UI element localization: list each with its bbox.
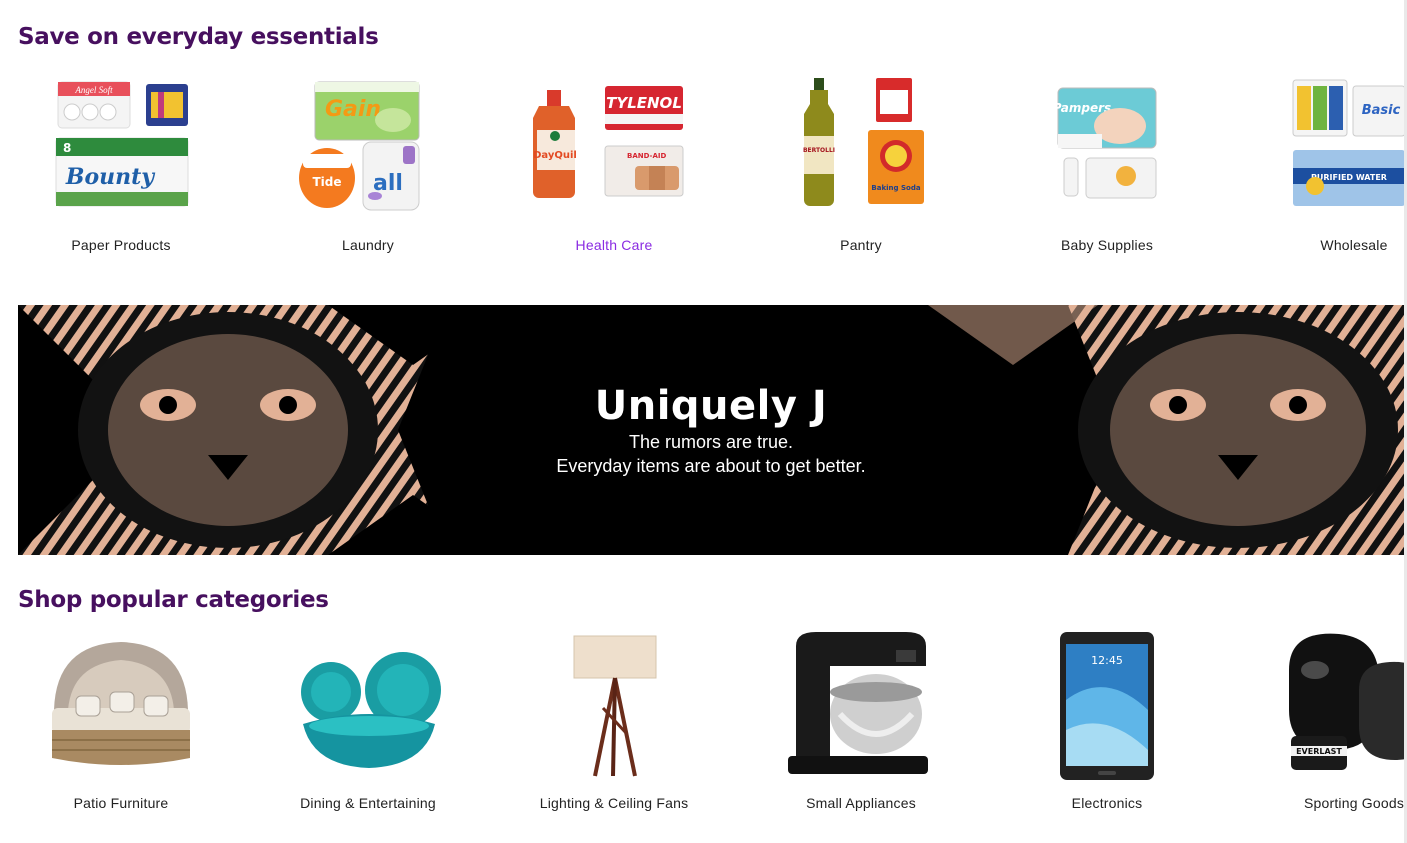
category-label[interactable]: Lighting & Ceiling Fans xyxy=(489,795,739,811)
category-label[interactable]: Electronics xyxy=(982,795,1232,811)
category-tile-sporting-goods[interactable]: EVERLAST Sporting Goods xyxy=(1249,630,1407,820)
category-label[interactable]: Baby Supplies xyxy=(982,237,1232,253)
category-tile-electronics[interactable]: 12:45 Electronics xyxy=(1002,630,1212,820)
svg-text:Tide: Tide xyxy=(312,175,341,189)
patio-daybed-image xyxy=(52,642,190,765)
category-label[interactable]: Dining & Entertaining xyxy=(243,795,493,811)
svg-text:BAND-AID: BAND-AID xyxy=(627,152,666,160)
tablet-image: 12:45 xyxy=(1060,632,1154,780)
uniquely-j-banner[interactable]: Uniquely J The rumors are true. Everyday… xyxy=(18,305,1404,555)
category-label[interactable]: Sporting Goods xyxy=(1229,795,1407,811)
svg-text:PURIFIED WATER: PURIFIED WATER xyxy=(1311,173,1387,182)
popular-categories-heading: Shop popular categories xyxy=(18,587,329,613)
category-label[interactable]: Health Care xyxy=(489,237,739,253)
essentials-row: Angel Soft 8 Bounty Paper Products Gain … xyxy=(0,72,1407,272)
popular-categories-row: Patio Furniture Dining & Entertaining Li… xyxy=(0,630,1407,830)
health-care-image: DayQuil TYLENOL BAND-AID xyxy=(533,86,684,198)
category-tile-dining-entertaining[interactable]: Dining & Entertaining xyxy=(263,630,473,820)
teal-dinnerware-image xyxy=(301,652,441,768)
wholesale-image: Basic PURIFIED WATER xyxy=(1292,79,1406,206)
floor-lamp-image xyxy=(573,635,657,777)
left-tiger-face-icon xyxy=(78,312,378,548)
category-tile-small-appliances[interactable]: Small Appliances xyxy=(756,630,966,820)
baby-supplies-image: Pampers xyxy=(1053,87,1157,199)
tiger-pattern-icon xyxy=(18,305,1404,555)
category-label[interactable]: Small Appliances xyxy=(736,795,986,811)
category-label[interactable]: Pantry xyxy=(736,237,986,253)
svg-text:DayQuil: DayQuil xyxy=(533,150,577,161)
svg-text:all: all xyxy=(373,171,403,196)
svg-text:TYLENOL: TYLENOL xyxy=(606,94,682,112)
svg-text:12:45: 12:45 xyxy=(1091,654,1123,667)
category-tile-wholesale[interactable]: Basic PURIFIED WATER Wholesale xyxy=(1249,72,1407,262)
svg-text:Bounty: Bounty xyxy=(65,164,156,190)
category-tile-patio-furniture[interactable]: Patio Furniture xyxy=(16,630,226,820)
banner-tagline-line-1: The rumors are true. xyxy=(628,432,794,452)
svg-text:EVERLAST: EVERLAST xyxy=(1296,747,1342,756)
svg-text:Baking Soda: Baking Soda xyxy=(871,184,920,192)
pantry-image: BERTOLLI Baking Soda xyxy=(803,78,924,206)
banner-tagline-line-2: Everyday items are about to get better. xyxy=(556,456,866,476)
category-tile-pantry[interactable]: BERTOLLI Baking Soda Pantry xyxy=(756,72,966,262)
banner-title: Uniquely J xyxy=(594,383,828,429)
category-tile-health-care[interactable]: DayQuil TYLENOL BAND-AID Health Care xyxy=(509,72,719,262)
svg-text:Basic: Basic xyxy=(1362,103,1401,118)
stand-mixer-image xyxy=(788,632,928,774)
svg-text:BERTOLLI: BERTOLLI xyxy=(803,147,835,154)
category-tile-baby-supplies[interactable]: Pampers Baby Supplies xyxy=(1002,72,1212,262)
essentials-heading: Save on everyday essentials xyxy=(18,24,379,50)
category-tile-lighting-ceiling-fans[interactable]: Lighting & Ceiling Fans xyxy=(509,630,719,820)
svg-text:Gain: Gain xyxy=(325,97,381,122)
category-label[interactable]: Paper Products xyxy=(0,237,246,253)
category-tile-laundry[interactable]: Gain Tide all Laundry xyxy=(263,72,473,262)
category-tile-paper-products[interactable]: Angel Soft 8 Bounty Paper Products xyxy=(16,72,226,262)
right-tiger-face-icon xyxy=(1078,312,1398,548)
category-label[interactable]: Wholesale xyxy=(1229,237,1407,253)
laundry-image: Gain Tide all xyxy=(299,81,420,211)
category-label[interactable]: Laundry xyxy=(243,237,493,253)
category-label[interactable]: Patio Furniture xyxy=(0,795,246,811)
svg-text:8: 8 xyxy=(63,141,71,155)
paper-products-image: Angel Soft 8 Bounty xyxy=(55,81,189,207)
svg-text:Angel Soft: Angel Soft xyxy=(74,85,113,95)
boxing-gloves-image: EVERLAST xyxy=(1289,633,1407,770)
